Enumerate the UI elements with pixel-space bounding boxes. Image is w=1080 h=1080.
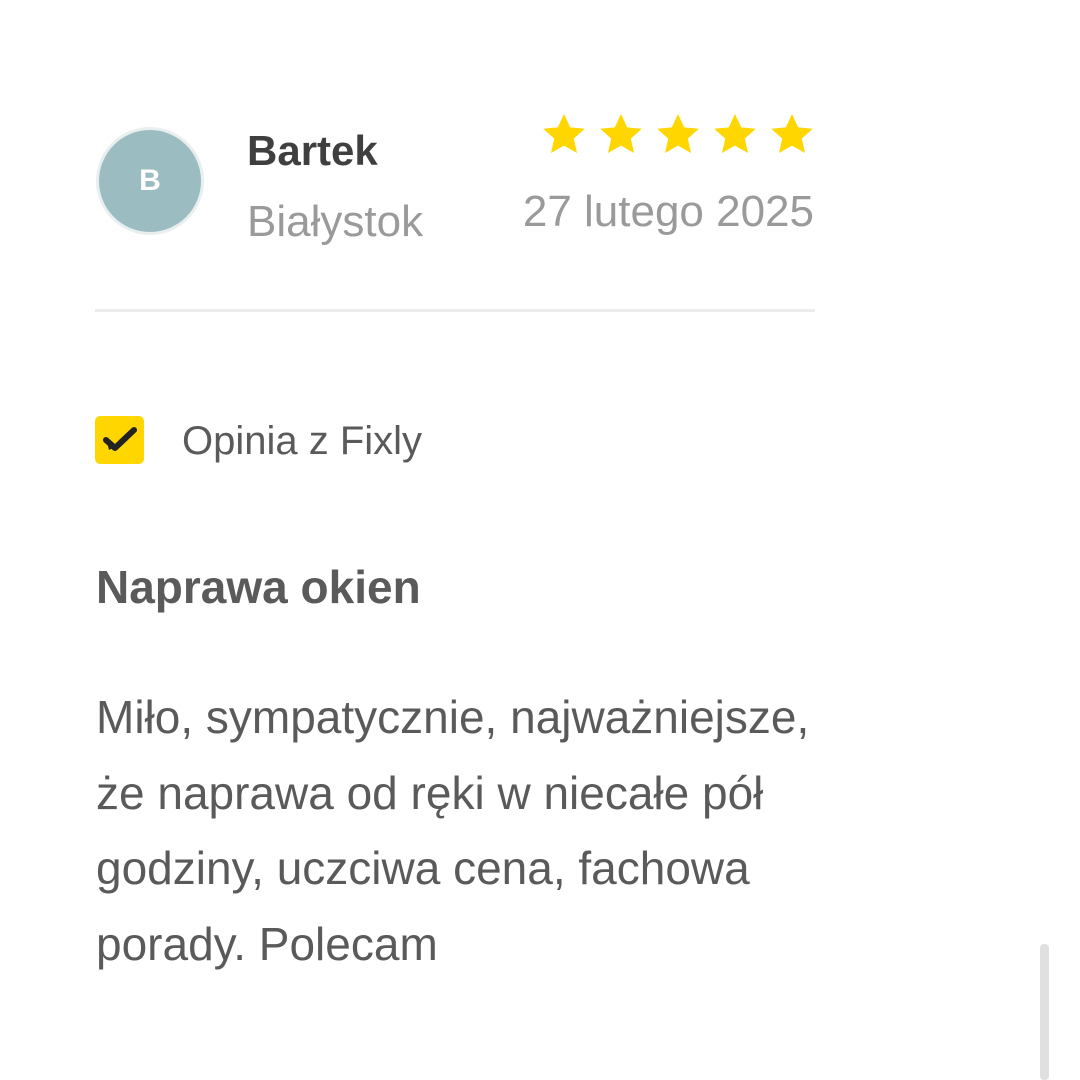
reviewer-name: Bartek [247,127,378,174]
star-icon [600,114,642,153]
review-text: Miło, sympatycznie, najważniejsze, że na… [96,691,810,970]
avatar: B [96,127,204,235]
checkmark-icon [102,427,137,451]
scrollbar[interactable] [1040,944,1049,1080]
review-date: 27 lutego 2025 [522,187,814,236]
review-card: B Bartek Białystok 27 lutego 2025 Opinia… [0,0,1080,1080]
star-icon [543,114,585,153]
rating-stars [540,111,816,159]
verified-source-label: Opinia z Fixly [182,419,423,463]
reviewer-city: Białystok [247,197,424,246]
review-title: Naprawa okien [96,561,421,613]
avatar-initial: B [139,164,161,197]
star-icon [714,114,756,153]
verified-checkbox-icon [95,416,144,464]
star-icon [657,114,699,153]
star-icon [771,114,813,153]
divider [95,309,815,312]
